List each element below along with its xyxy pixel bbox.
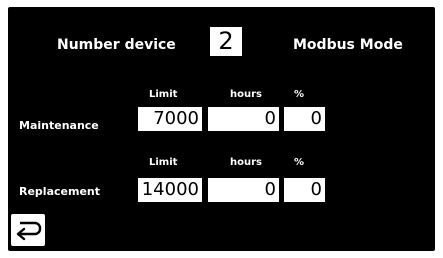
replacement-percent-field[interactable]: 0	[284, 178, 325, 202]
replacement-label: Replacement	[19, 185, 100, 198]
maintenance-percent-field[interactable]: 0	[284, 107, 325, 131]
modbus-mode-label: Modbus Mode	[293, 37, 403, 53]
number-device-label: Number device	[57, 37, 176, 53]
replacement-percent-header: %	[294, 157, 305, 168]
replacement-limit-header: Limit	[149, 157, 178, 168]
maintenance-hours-header: hours	[230, 89, 262, 100]
maintenance-limit-field[interactable]: 7000	[138, 107, 202, 131]
maintenance-percent-header: %	[294, 89, 305, 100]
maintenance-label: Maintenance	[19, 119, 99, 132]
maintenance-limit-header: Limit	[149, 89, 178, 100]
replacement-hours-field[interactable]: 0	[208, 178, 279, 202]
hmi-screen: Number device 2 Modbus Mode Limit hours …	[8, 7, 435, 251]
number-device-field[interactable]: 2	[210, 27, 242, 56]
replacement-hours-header: hours	[230, 157, 262, 168]
replacement-limit-field[interactable]: 14000	[138, 178, 202, 202]
back-button[interactable]	[11, 214, 45, 246]
maintenance-hours-field[interactable]: 0	[208, 107, 279, 131]
return-arrow-icon	[16, 221, 42, 241]
